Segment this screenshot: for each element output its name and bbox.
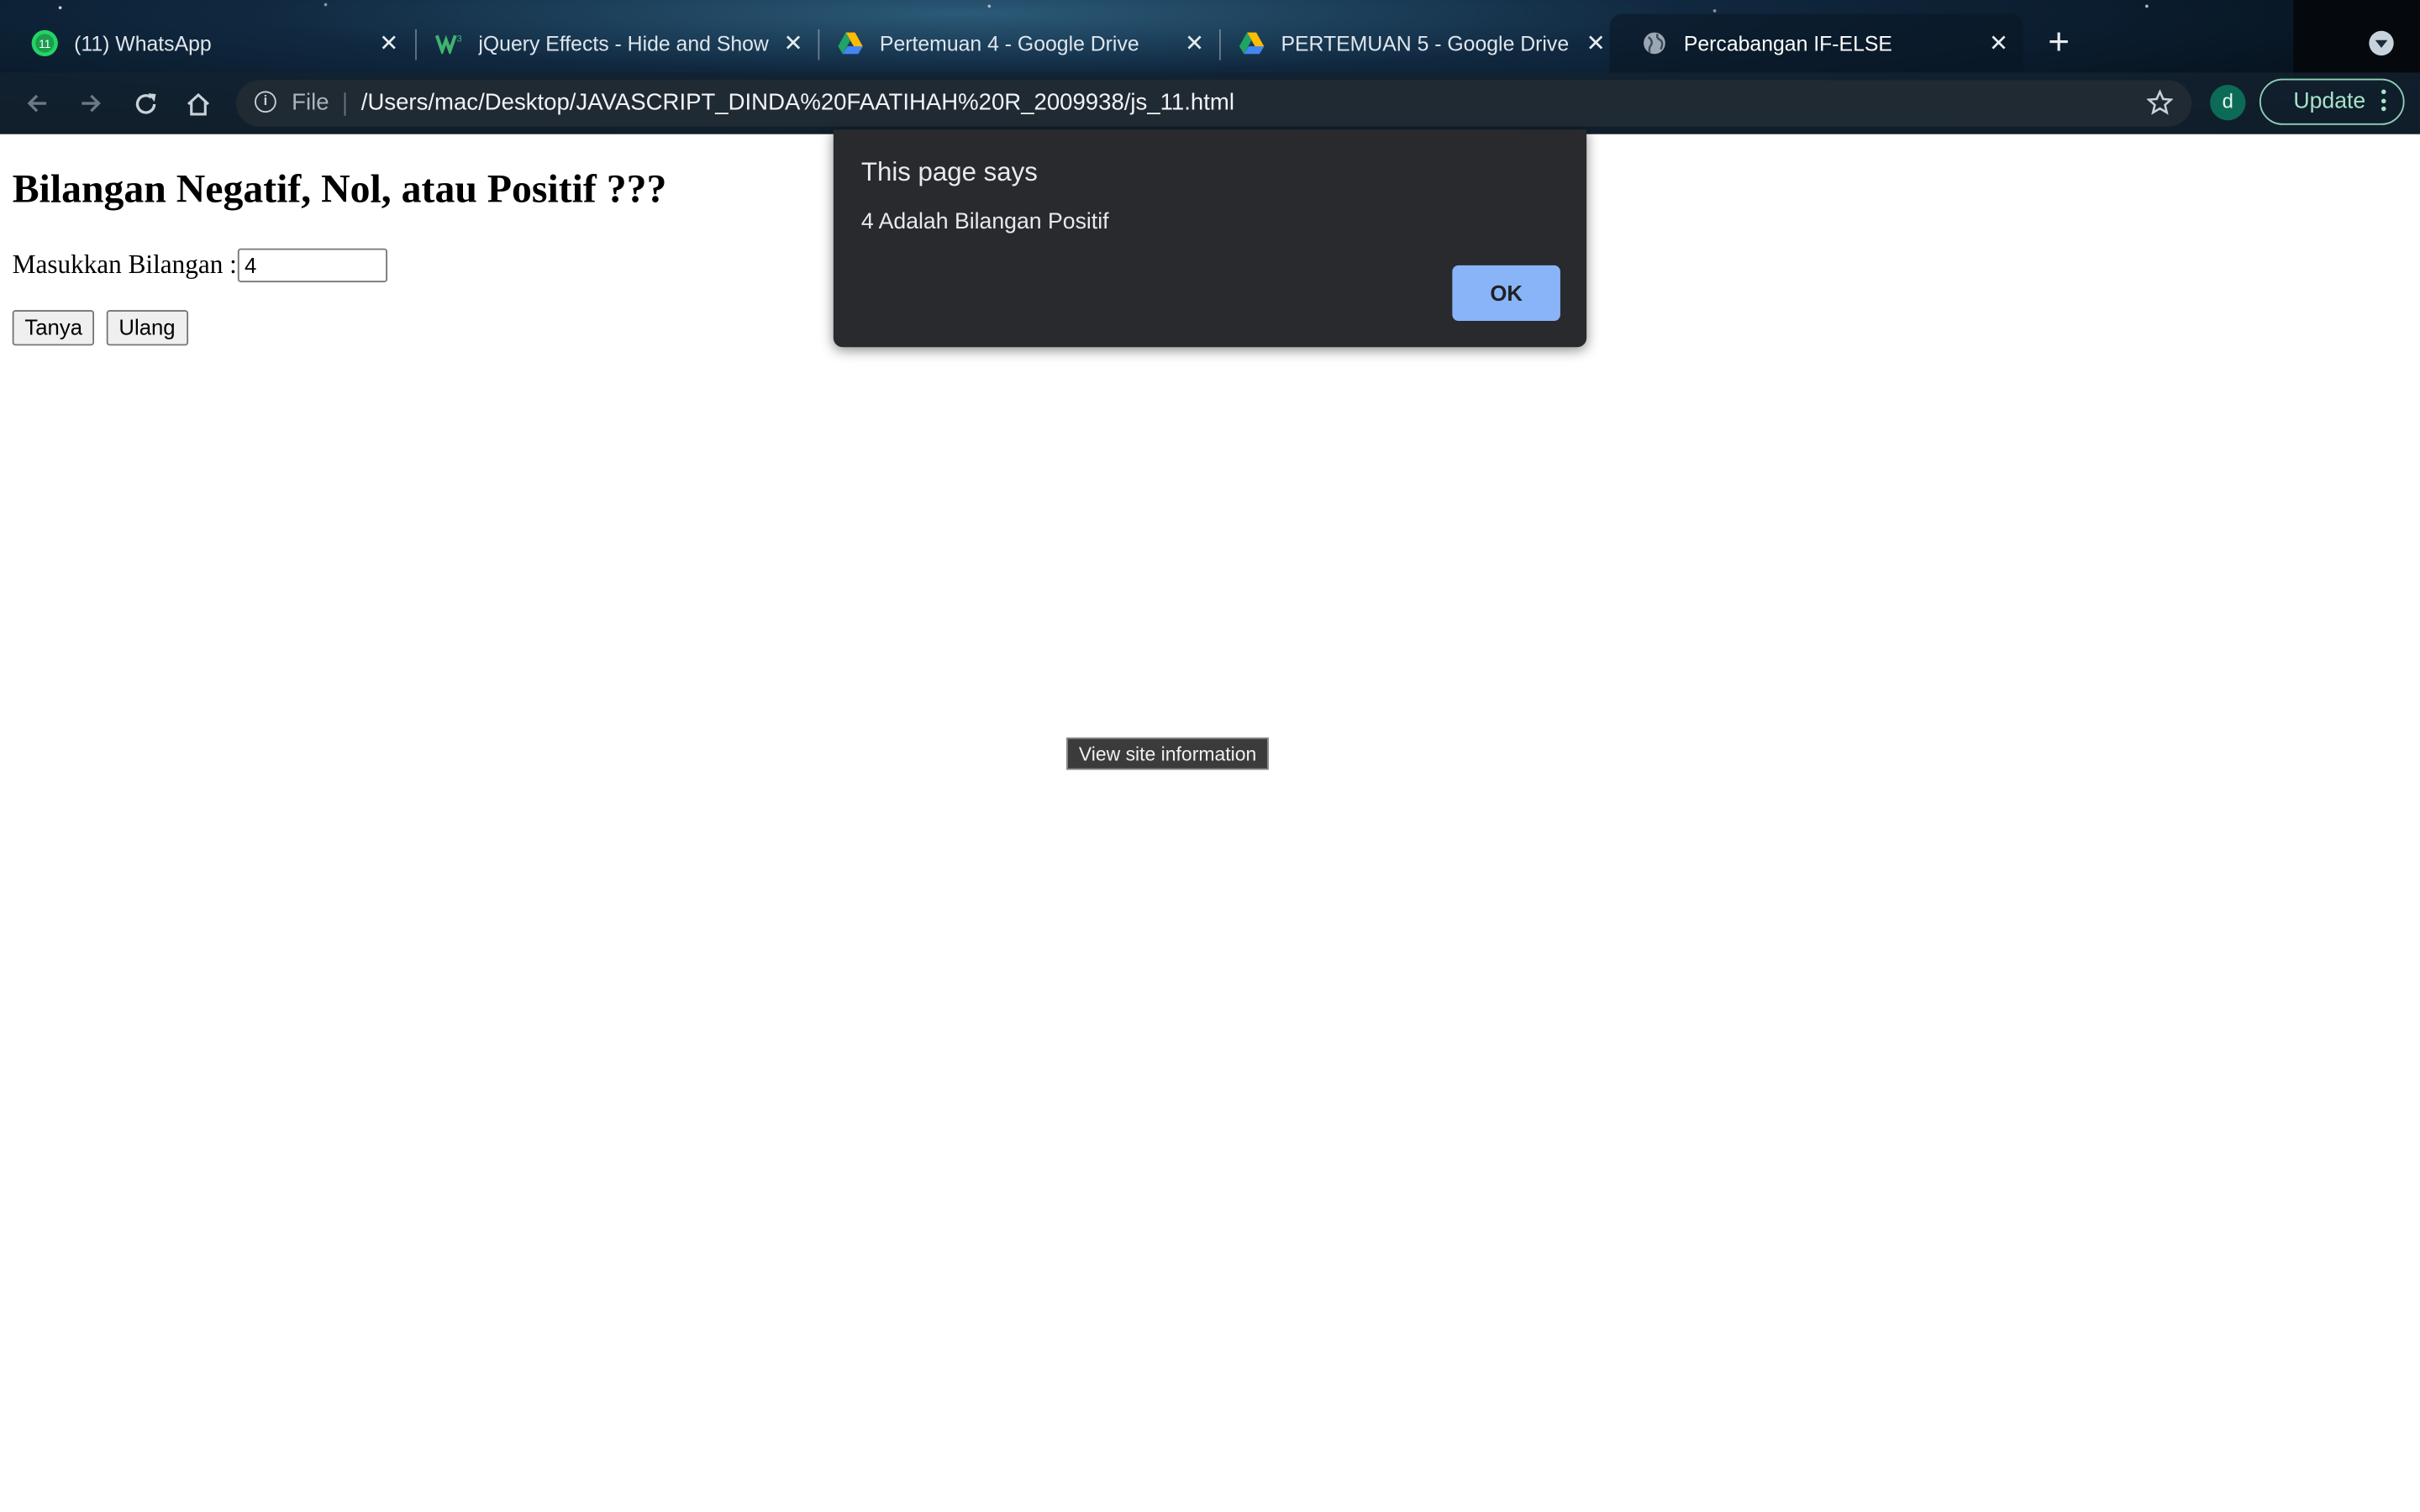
globe-icon [1640,29,1668,57]
google-drive-icon [1238,29,1265,57]
tab-title: Pertemuan 4 - Google Drive [879,31,1139,55]
ok-button[interactable]: OK [1452,265,1560,322]
more-menu-icon[interactable] [2381,89,2387,114]
tab-search-icon[interactable] [2369,30,2394,56]
update-button[interactable]: Update [2259,78,2405,125]
tab-jquery-effects[interactable]: 3 jQuery Effects - Hide and Show ✕ [404,14,818,73]
tab-title: jQuery Effects - Hide and Show [478,31,769,55]
tab-pertemuan-5[interactable]: PERTEMUAN 5 - Google Drive ✕ [1207,14,1620,73]
w3schools-icon: 3 [434,29,463,57]
omnibox-divider [344,92,346,116]
page-heading: Bilangan Negatif, Nol, atau Positif ??? [12,166,667,212]
browser-chrome: 11 (11) WhatsApp ✕ 3 jQuery Effects - Hi… [0,0,2420,134]
close-tab-icon[interactable]: ✕ [1179,28,1210,59]
address-bar[interactable]: i File /Users/mac/Desktop/JAVASCRIPT_DIN… [236,80,2192,127]
ask-button[interactable]: Tanya [12,310,95,346]
url-text[interactable]: /Users/mac/Desktop/JAVASCRIPT_DINDA%20FA… [361,90,1234,116]
close-tab-icon[interactable]: ✕ [1983,28,2014,59]
site-info-tooltip: View site information [1066,737,1269,770]
reset-button[interactable]: Ulang [106,310,188,346]
dialog-title: This page says [860,157,1038,187]
number-input[interactable] [238,248,388,283]
tab-pertemuan-4[interactable]: Pertemuan 4 - Google Drive ✕ [806,14,1219,73]
whatsapp-icon: 11 [31,29,59,57]
site-info-icon[interactable]: i [255,91,276,113]
back-icon[interactable] [18,85,55,122]
number-input-row: Masukkan Bilangan : [12,248,388,283]
profile-avatar[interactable]: d [2210,85,2246,121]
tab-whatsapp[interactable]: 11 (11) WhatsApp ✕ [0,14,413,73]
google-drive-icon [836,29,864,57]
close-tab-icon[interactable]: ✕ [373,28,404,59]
theme-star [58,6,62,10]
theme-star [324,3,328,7]
tab-strip: 11 (11) WhatsApp ✕ 3 jQuery Effects - Hi… [0,13,2420,73]
update-label: Update [2293,89,2366,114]
alert-dialog: This page says 4 Adalah Bilangan Positif… [833,129,1587,348]
tab-percabangan-if-else[interactable]: Percabangan IF-ELSE ✕ [1609,13,2023,73]
new-tab-icon[interactable]: + [2040,24,2077,63]
tab-title: Percabangan IF-ELSE [1683,31,1892,55]
tab-title: PERTEMUAN 5 - Google Drive [1281,31,1570,55]
theme-star [987,4,992,8]
theme-star [1712,9,1717,13]
number-input-label: Masukkan Bilangan : [12,249,237,280]
forward-icon[interactable] [72,85,109,122]
dialog-message: 4 Adalah Bilangan Positif [860,209,1109,235]
svg-text:11: 11 [39,38,50,50]
browser-window: 11 (11) WhatsApp ✕ 3 jQuery Effects - Hi… [0,0,2420,1512]
svg-text:3: 3 [457,34,462,45]
close-tab-icon[interactable]: ✕ [1581,28,1612,59]
url-scheme-label: File [292,89,329,116]
theme-star [2145,4,2149,8]
home-icon[interactable] [179,85,216,122]
bookmark-star-icon[interactable] [2142,85,2175,118]
toolbar: i File /Users/mac/Desktop/JAVASCRIPT_DIN… [0,72,2420,134]
close-tab-icon[interactable]: ✕ [778,28,809,59]
reload-icon[interactable] [127,85,164,122]
tab-title: (11) WhatsApp [74,31,212,55]
